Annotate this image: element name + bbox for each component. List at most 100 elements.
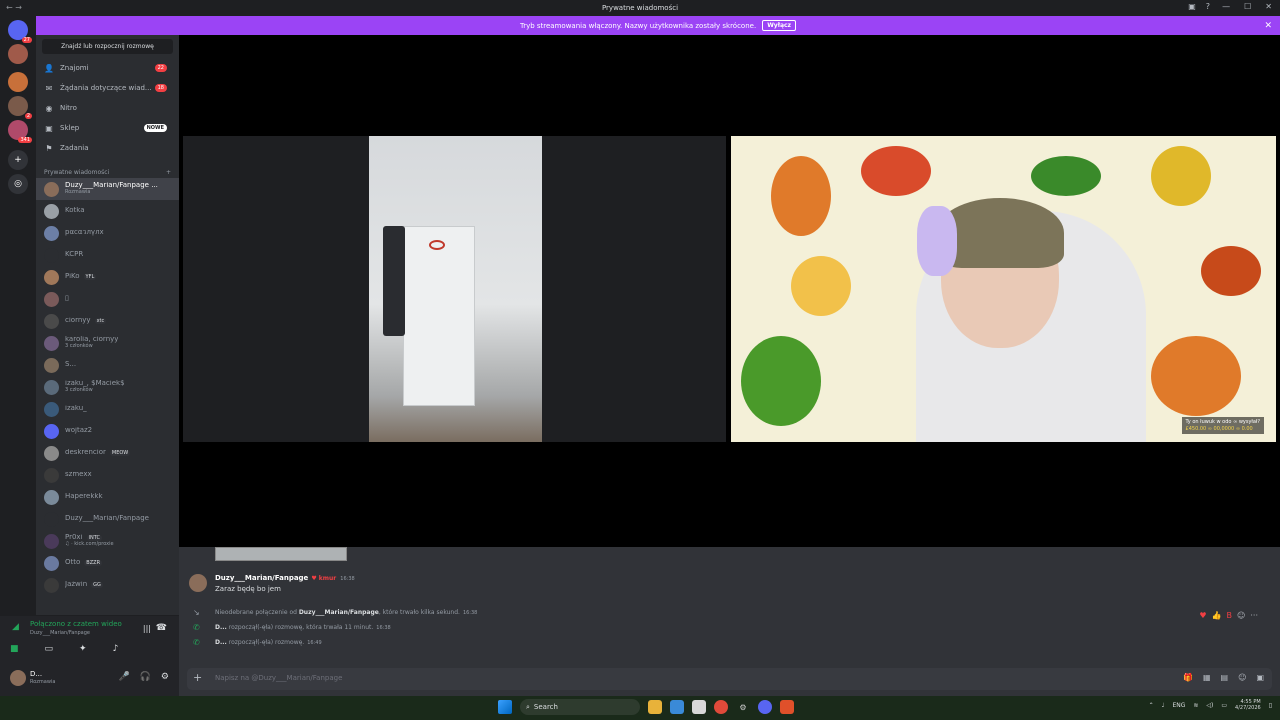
dm-item[interactable]: ▯ [36,288,179,310]
dm-item[interactable]: deskrencior MEOW [36,442,179,464]
dm-item[interactable]: szmexx [36,464,179,486]
system-user[interactable]: D... [215,639,227,646]
avatar [44,577,59,593]
dm-item[interactable]: Jażwin GG [36,574,179,596]
video-tile-stream[interactable]: Ty on łuwuk w odo ∞ wysyłał? £450.00 ∞ 0… [731,136,1276,442]
call-icon: ✆ [193,638,200,647]
history-nav[interactable]: ← → [6,3,22,12]
dm-item[interactable]: Kotka [36,200,179,222]
close-button[interactable]: ✕ [1265,2,1272,11]
taskbar-search[interactable]: ⌕ Search [520,699,640,715]
server-icon-2[interactable] [8,72,28,92]
gallery-icon[interactable] [670,700,684,714]
emoji-icon[interactable]: ☺ [1238,673,1246,682]
friends-icon: 👤 [44,63,54,73]
dm-item[interactable]: Haperekkk [36,486,179,508]
settings-icon[interactable]: ⚙ [736,700,750,714]
gift-icon[interactable]: 🎁 [1183,673,1193,682]
server-icon-1[interactable] [8,44,28,64]
inbox-icon[interactable]: ▣ [1188,2,1196,11]
dm-item[interactable]: S... [36,354,179,376]
dm-item[interactable]: Pr0xi INTC ♫ · kick.com/proxie [36,530,179,552]
avatar [44,489,59,505]
server-icon-0[interactable]: 27 [8,20,32,43]
reaction-4[interactable]: ··· [1250,611,1258,620]
nav-item-zadania[interactable]: ⚑ Zadania [36,138,179,158]
camera-icon[interactable]: ■ [10,644,19,654]
gif-icon[interactable]: ▦ [1203,673,1211,682]
image-attachment[interactable] [215,547,347,561]
system-user[interactable]: D... [215,624,227,631]
nav-item-nitro[interactable]: ◉ Nitro [36,98,179,118]
dm-item[interactable]: Otto BZZR [36,552,179,574]
system-message: ✆ D... rozpoczął(-ęła) rozmowę, która trw… [193,623,391,632]
apps-icon[interactable]: ▣ [1256,673,1264,682]
dm-item[interactable]: Duzy___Marian/Fanpage ... Rozmawia [36,178,179,200]
discord-icon[interactable] [758,700,772,714]
find-conversation-button[interactable]: Znajdź lub rozpocznij rozmowę [42,39,173,54]
nav-item-znajomi[interactable]: 👤 Znajomi 22 [36,58,179,78]
reaction-0[interactable]: ♥ [1199,611,1206,620]
message-input[interactable]: + Napisz na @Duzy___Marian/Fanpage 🎁 ▦ ▤… [187,668,1272,690]
banner-close-icon[interactable]: ✕ [1264,21,1272,31]
dm-item[interactable]: PiKo YFL [36,266,179,288]
soundboard-icon[interactable]: ♪ [113,644,119,654]
minimize-button[interactable]: — [1222,2,1230,11]
banner-text: Tryb streamowania włączony. Nazwy użytko… [519,21,757,30]
sticker-icon[interactable]: ▤ [1221,673,1229,682]
nav-item-sklep[interactable]: ▣ Sklep NOWE [36,118,179,138]
reaction-3[interactable]: ☺ [1237,611,1245,620]
nav-item-żądania[interactable]: ✉ Żądania dotyczące wiad... 18 [36,78,179,98]
server-icon-4[interactable]: 341 [8,120,32,143]
maximize-button[interactable]: ☐ [1244,2,1251,11]
window-title: Prywatne wiadomości [601,4,679,12]
add-dm-icon[interactable]: + [166,169,171,176]
start-button[interactable] [498,700,512,714]
activities-icon[interactable]: ✦ [79,644,87,654]
video-tile-camera[interactable] [183,136,726,442]
clock[interactable]: 4:55 PM 4/27/2026 [1235,699,1261,711]
calendar-icon[interactable] [692,700,706,714]
headphones-icon[interactable]: 🎧 [140,672,151,682]
avatar[interactable] [10,670,26,686]
server-icon-5[interactable]: + [8,150,28,170]
dm-name: Kotka [65,207,85,215]
reaction-1[interactable]: 👍 [1212,611,1222,620]
noise-suppression-icon[interactable]: ||| [143,624,151,633]
attach-plus-icon[interactable]: + [193,671,202,684]
dm-name: szmexx [65,471,92,479]
language-indicator[interactable]: ENG [1172,702,1185,709]
reaction-2[interactable]: B [1227,611,1233,620]
battery-icon[interactable]: ▭ [1221,702,1227,709]
server-icon-6[interactable]: ◎ [8,174,28,194]
screen-share-icon[interactable]: ▭ [45,644,54,654]
volume-icon[interactable]: ◁) [1206,702,1213,709]
brave-icon[interactable] [780,700,794,714]
dm-name: izaku_ [65,405,87,413]
dm-item[interactable]: izaku_ [36,398,179,420]
tray-mic-icon[interactable]: ♩ [1162,702,1165,709]
system-user[interactable]: Duzy___Marian/Fanpage [299,609,379,616]
dm-item[interactable]: pαcαวлγлx [36,222,179,244]
dm-item[interactable]: Duzy___Marian/Fanpage [36,508,179,530]
help-icon[interactable]: ? [1206,2,1210,11]
avatar[interactable] [189,574,207,592]
tray-overflow-icon[interactable]: ⌃ [1149,702,1154,709]
chrome-icon[interactable] [714,700,728,714]
dm-item[interactable]: wojtaz2 [36,420,179,442]
shop-icon: ▣ [45,123,53,133]
dm-name: PiKo [65,273,80,281]
file-explorer-icon[interactable] [648,700,662,714]
notifications-icon[interactable]: ▯ [1269,702,1272,709]
server-icon-3[interactable]: 2 [8,96,32,119]
settings-gear-icon[interactable]: ⚙ [161,672,169,682]
message-author[interactable]: Duzy___Marian/Fanpage [215,574,308,582]
wifi-icon[interactable]: ≋ [1193,702,1198,709]
disable-streamer-mode-button[interactable]: Wyłącz [762,20,797,31]
disconnect-icon[interactable]: ☎ [156,623,167,633]
dm-item[interactable]: izaku_, $Maciek$ 3 członków [36,376,179,398]
microphone-icon[interactable]: 🎤 [118,672,129,682]
dm-item[interactable]: KCPR [36,244,179,266]
dm-item[interactable]: karolia, ciornyy 3 członków [36,332,179,354]
dm-item[interactable]: ciornyy xtc [36,310,179,332]
